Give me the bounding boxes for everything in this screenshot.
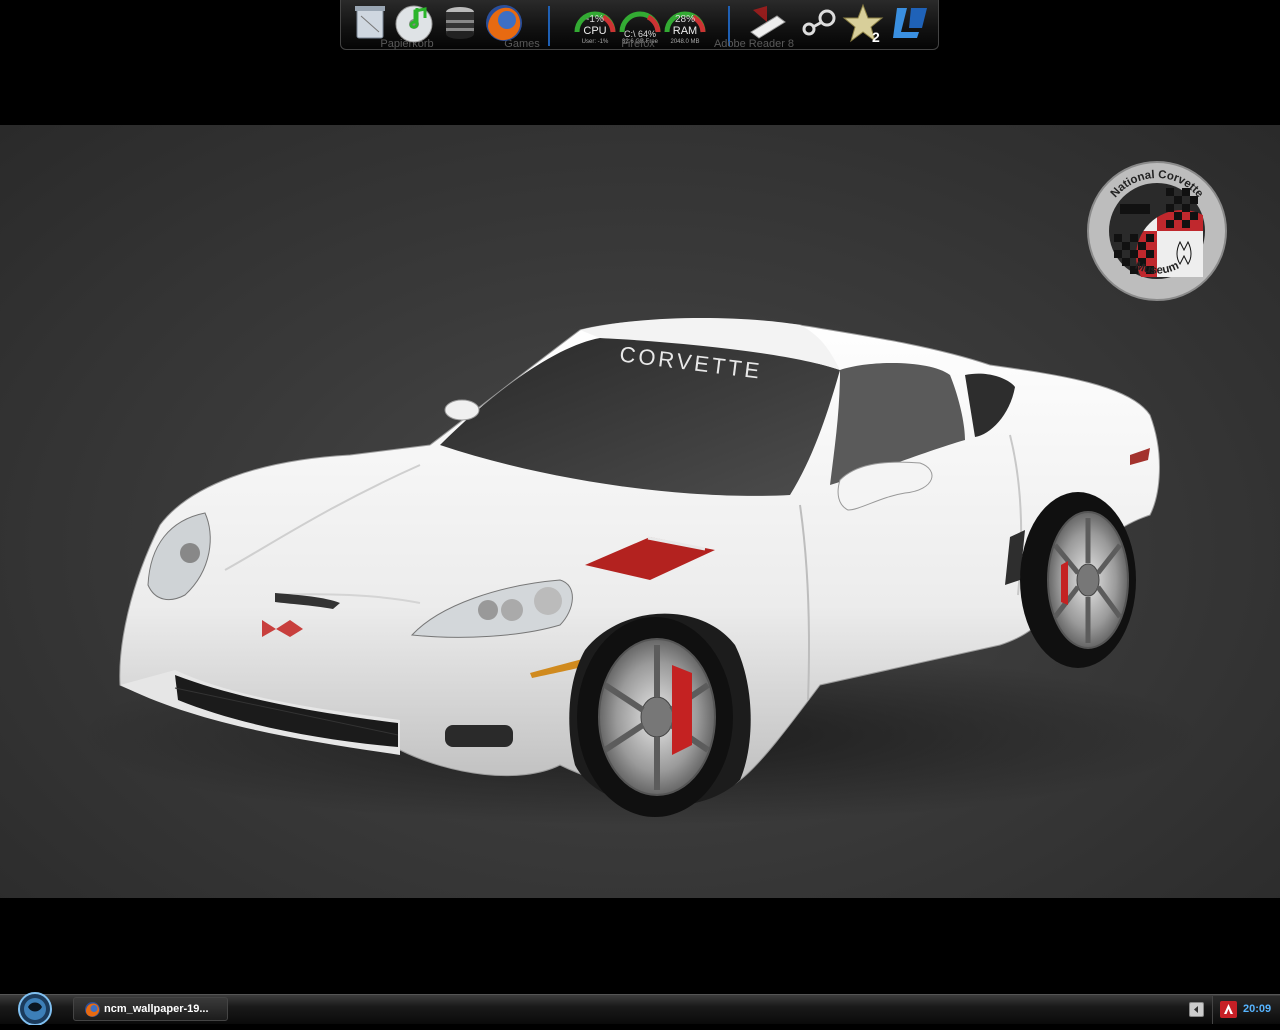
star-2-icon[interactable]: 2 (842, 2, 884, 45)
start-button[interactable] (15, 991, 55, 1026)
logo-icon[interactable] (889, 2, 931, 44)
cpu-gauge[interactable]: -1% CPU User: -1% (573, 2, 617, 46)
tray-expand-button[interactable] (1189, 1002, 1204, 1017)
national-corvette-museum-logo: National Corvette Museum (1087, 161, 1227, 301)
firefox-icon[interactable] (483, 2, 525, 44)
ram-gauge[interactable]: 28% RAM 2048.0 MB (663, 2, 707, 46)
dock: Papierkorb Games -1% CPU User: -1% C:\ 6… (340, 0, 939, 50)
taskbar-window-button[interactable]: ncm_wallpaper-19... (73, 997, 228, 1021)
music-disc-icon[interactable] (393, 2, 435, 44)
ram-gauge-value: 28% (674, 14, 695, 25)
ram-gauge-sub: 2048.0 MB (670, 39, 700, 45)
desktop: CORVETTE National Corvette Museum Papier… (0, 0, 1280, 1026)
taskbar: ncm_wallpaper-19... 20:09 (0, 991, 1280, 1026)
front-wheel (577, 617, 733, 817)
cpu-gauge-name: CPU (583, 25, 607, 37)
wallpaper-letterbox-bottom (0, 898, 1280, 994)
firefox-icon (85, 1002, 100, 1017)
cpu-gauge-sub: User: -1% (581, 39, 609, 45)
system-tray: 20:09 (1212, 996, 1280, 1024)
rear-wheel (1020, 492, 1136, 668)
antivirus-icon[interactable] (1220, 1001, 1237, 1018)
steam-icon[interactable] (797, 2, 839, 44)
ram-gauge-name: RAM (672, 25, 698, 37)
wallpaper: CORVETTE National Corvette Museum (0, 125, 1280, 898)
taskbar-window-label: ncm_wallpaper-19... (104, 1003, 209, 1015)
svg-text:2: 2 (872, 29, 880, 44)
clock[interactable]: 20:09 (1243, 1003, 1271, 1015)
drive-stack-icon[interactable] (439, 2, 481, 44)
adobe-reader-label: Adobe Reader 8 (713, 38, 795, 50)
dock-separator (548, 6, 550, 46)
cpu-gauge-value: -1% (586, 14, 604, 25)
firefox-label: Firefox (621, 38, 655, 50)
